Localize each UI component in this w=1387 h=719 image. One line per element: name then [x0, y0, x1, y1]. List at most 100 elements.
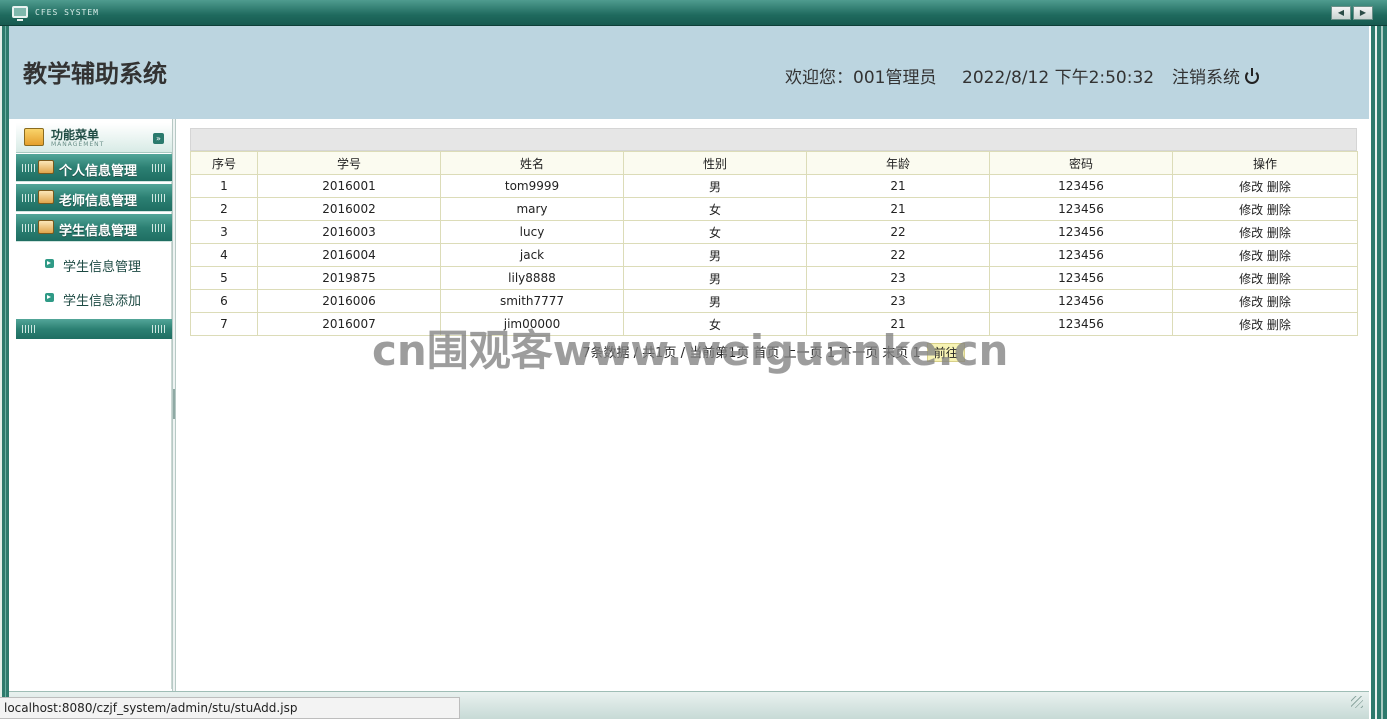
monitor-icon [12, 6, 28, 21]
page-header: 教学辅助系统 欢迎您：001管理员 2022/8/12 下午2:50:32 注销… [9, 26, 1369, 119]
table-cell-name: lucy [440, 220, 624, 244]
user-card-icon [38, 190, 54, 204]
menu-group-label: 老师信息管理 [59, 194, 138, 209]
table-cell-password: 123456 [989, 312, 1173, 336]
delete-link[interactable]: 删除 [1267, 272, 1291, 286]
table-cell-password: 123456 [989, 174, 1173, 198]
table-row: 5 2019875 lily8888 男 23 123456 修改 删除 [190, 266, 1358, 290]
table-cell-name: jim00000 [440, 312, 624, 336]
table-cell-name: mary [440, 197, 624, 221]
right-frame-border [1369, 26, 1387, 719]
table-cell-sid: 2016007 [257, 312, 441, 336]
status-url: localhost:8080/czjf_system/admin/stu/stu… [0, 697, 460, 719]
student-table: 序号 学号 姓名 性别 年龄 密码 操作 1 2016001 tom9999 男 21 1… [190, 151, 1358, 336]
prev-arrow-icon[interactable]: ◀ [1331, 6, 1351, 20]
sidebar-item-label: 学生信息添加 [63, 294, 142, 309]
table-cell-actions: 修改 删除 [1172, 312, 1358, 336]
table-cell-no: 5 [190, 266, 258, 290]
table-cell-gender: 男 [623, 266, 807, 290]
column-header: 密码 [989, 151, 1173, 175]
menu-group-personal[interactable]: 个人信息管理 [16, 154, 172, 182]
sidebar-splitter[interactable] [172, 119, 176, 691]
logout-label: 注销系统 [1172, 68, 1240, 88]
table-cell-sid: 2019875 [257, 266, 441, 290]
table-cell-age: 21 [806, 174, 990, 198]
sidebar-item-label: 学生信息管理 [63, 260, 142, 275]
delete-link[interactable]: 删除 [1267, 203, 1291, 217]
menu-box-icon [24, 128, 44, 146]
edit-link[interactable]: 修改 [1239, 295, 1263, 309]
edit-link[interactable]: 修改 [1239, 203, 1263, 217]
table-cell-password: 123456 [989, 197, 1173, 221]
grip-icon [152, 224, 166, 232]
welcome-text: 欢迎您：001管理员 [785, 68, 937, 88]
menu-group-label: 学生信息管理 [59, 224, 138, 239]
table-cell-age: 23 [806, 266, 990, 290]
next-arrow-icon[interactable]: ▶ [1353, 6, 1373, 20]
table-row: 7 2016007 jim00000 女 21 123456 修改 删除 [190, 312, 1358, 336]
menu-group-label: 个人信息管理 [59, 164, 138, 179]
window-titlebar: CFES SYSTEM ◀ ▶ [0, 0, 1387, 26]
table-row: 4 2016004 jack 男 22 123456 修改 删除 [190, 243, 1358, 267]
delete-link[interactable]: 删除 [1267, 295, 1291, 309]
grip-icon [152, 194, 166, 202]
edit-link[interactable]: 修改 [1239, 180, 1263, 194]
power-icon [1244, 67, 1260, 84]
menu-header: 功能菜单 MANAGEMENT » [16, 123, 172, 153]
menu-group-student[interactable]: 学生信息管理 [16, 214, 172, 242]
table-cell-actions: 修改 删除 [1172, 289, 1358, 313]
table-cell-age: 23 [806, 289, 990, 313]
grip-icon [22, 194, 36, 202]
datetime-text: 2022/8/12 下午2:50:32 [962, 68, 1155, 88]
grip-icon [22, 325, 36, 333]
table-cell-name: tom9999 [440, 174, 624, 198]
delete-link[interactable]: 删除 [1267, 180, 1291, 194]
edit-link[interactable]: 修改 [1239, 272, 1263, 286]
table-cell-age: 21 [806, 312, 990, 336]
table-cell-gender: 男 [623, 174, 807, 198]
table-cell-password: 123456 [989, 266, 1173, 290]
pagination-text: 7条数据 / 共1页 / 当前第1页 首页 上一页 1 下一页 末页 1 [582, 346, 921, 361]
table-cell-gender: 女 [623, 312, 807, 336]
edit-link[interactable]: 修改 [1239, 249, 1263, 263]
delete-link[interactable]: 删除 [1267, 226, 1291, 240]
table-cell-password: 123456 [989, 220, 1173, 244]
table-row: 6 2016006 smith7777 男 23 123456 修改 删除 [190, 289, 1358, 313]
collapse-chevron-icon[interactable]: » [153, 133, 164, 144]
user-card-icon [38, 160, 54, 174]
table-cell-gender: 女 [623, 197, 807, 221]
delete-link[interactable]: 删除 [1267, 249, 1291, 263]
menu-footer-bar [16, 319, 172, 339]
delete-link[interactable]: 删除 [1267, 318, 1291, 332]
go-button[interactable]: 前往 [926, 343, 965, 362]
window-title: CFES SYSTEM [35, 8, 99, 17]
pagination: 7条数据 / 共1页 / 当前第1页 首页 上一页 1 下一页 末页 1 前往 [190, 342, 1357, 362]
window-nav-buttons: ◀ ▶ [1331, 6, 1373, 20]
table-cell-actions: 修改 删除 [1172, 243, 1358, 267]
column-header: 性别 [623, 151, 807, 175]
edit-link[interactable]: 修改 [1239, 226, 1263, 240]
table-row: 2 2016002 mary 女 21 123456 修改 删除 [190, 197, 1358, 221]
sidebar-item-student-add[interactable]: 学生信息添加 [16, 281, 172, 315]
column-header: 序号 [190, 151, 258, 175]
logout-button[interactable]: 注销系统 [1172, 63, 1260, 88]
table-cell-no: 7 [190, 312, 258, 336]
table-cell-sid: 2016002 [257, 197, 441, 221]
sidebar-item-student-manage[interactable]: 学生信息管理 [16, 247, 172, 281]
table-cell-sid: 2016006 [257, 289, 441, 313]
splitter-handle[interactable] [173, 389, 175, 419]
arrow-bullet-icon [45, 259, 54, 268]
main-panel: 序号 学号 姓名 性别 年龄 密码 操作 1 2016001 tom9999 男 21 1… [190, 128, 1358, 362]
resize-grip-icon[interactable] [1351, 696, 1363, 708]
content-area: 功能菜单 MANAGEMENT » 个人信息管理 老师信息管理 学生信息管理 学… [9, 119, 1369, 691]
menu-group-teacher[interactable]: 老师信息管理 [16, 184, 172, 212]
system-title: 教学辅助系统 [23, 60, 167, 88]
edit-link[interactable]: 修改 [1239, 318, 1263, 332]
table-cell-sid: 2016003 [257, 220, 441, 244]
column-header: 姓名 [440, 151, 624, 175]
table-cell-no: 1 [190, 174, 258, 198]
table-header-row: 序号 学号 姓名 性别 年龄 密码 操作 [190, 151, 1358, 175]
table-cell-age: 21 [806, 197, 990, 221]
table-cell-sid: 2016004 [257, 243, 441, 267]
table-cell-actions: 修改 删除 [1172, 197, 1358, 221]
